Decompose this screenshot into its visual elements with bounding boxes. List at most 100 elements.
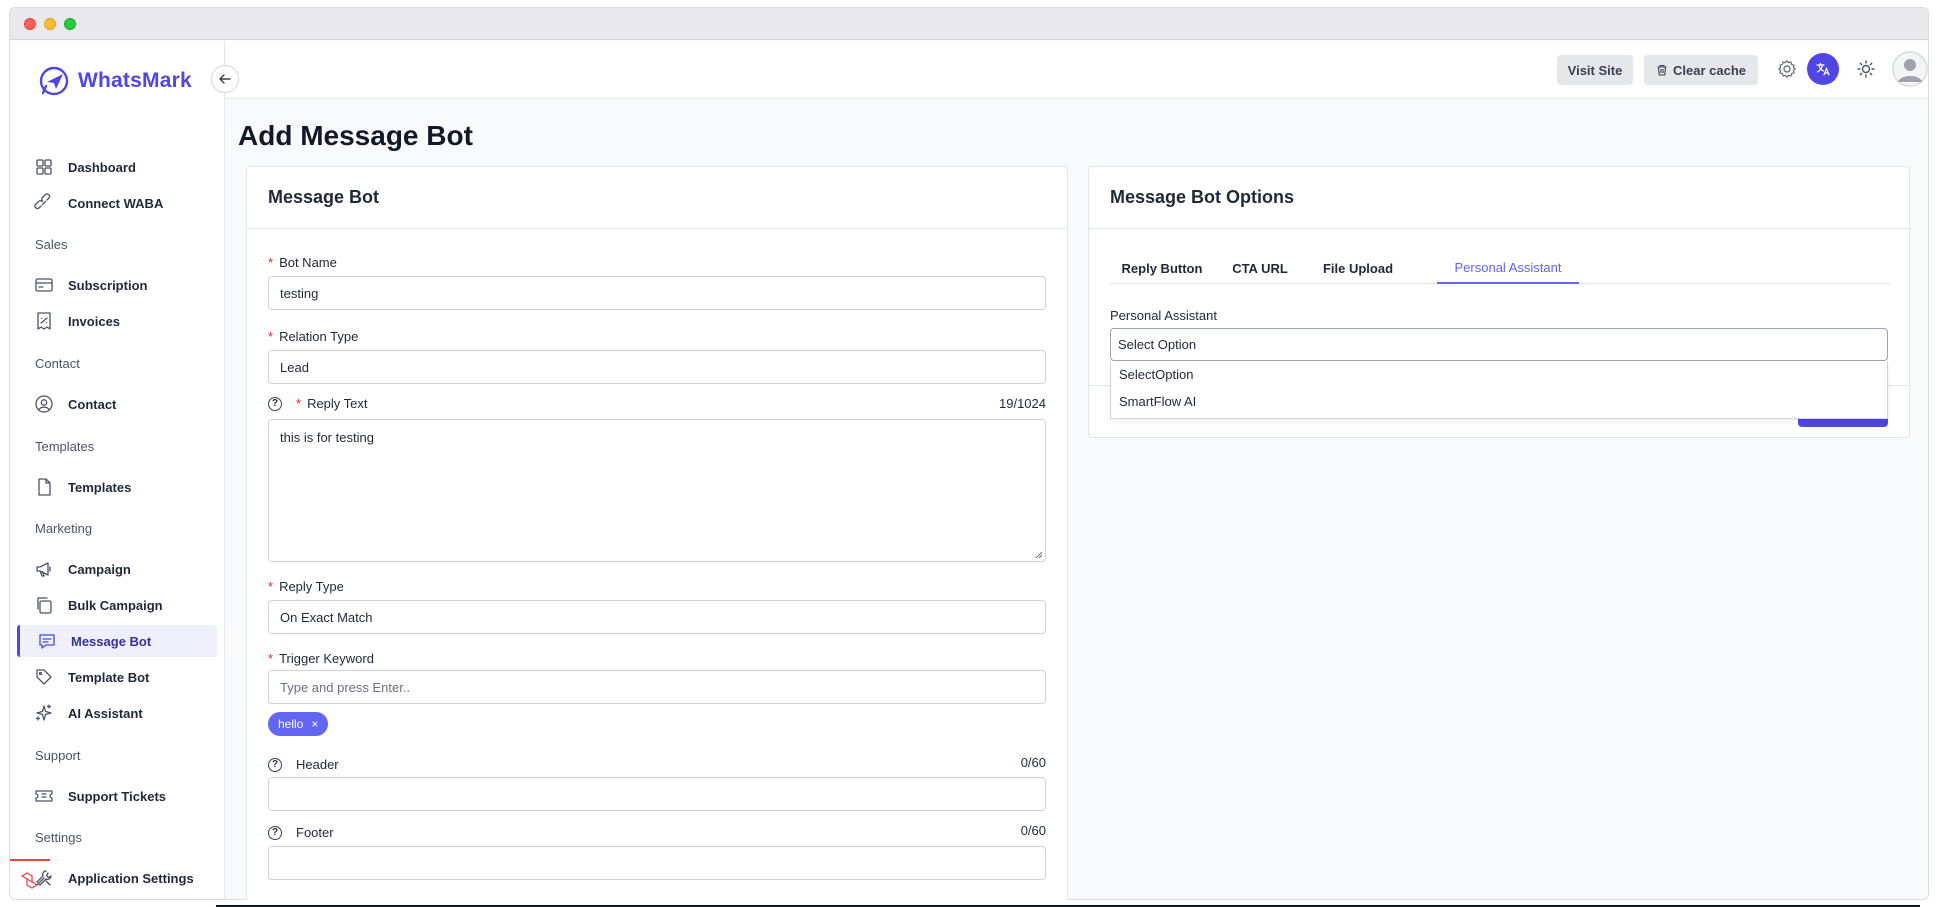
reply-text-value: this is for testing xyxy=(280,430,374,445)
sidebar-item-dashboard[interactable]: Dashboard xyxy=(17,151,217,183)
required-marker: * xyxy=(296,396,302,411)
user-avatar[interactable] xyxy=(1892,51,1928,87)
sidebar-item-support-tickets[interactable]: Support Tickets xyxy=(17,780,217,812)
tab-cta-url[interactable]: CTA URL xyxy=(1220,252,1300,284)
required-marker: * xyxy=(268,579,274,594)
debug-bar-marker xyxy=(10,859,50,861)
close-window-button[interactable] xyxy=(24,18,36,30)
megaphone-icon xyxy=(36,562,51,577)
receipt-icon xyxy=(37,312,51,330)
personal-assistant-select[interactable]: Select Option xyxy=(1110,328,1888,361)
sidebar-item-message-bot[interactable]: Message Bot xyxy=(17,625,217,657)
resize-grip-icon[interactable] xyxy=(1035,551,1043,559)
required-marker: * xyxy=(268,329,274,344)
top-bar: Visit Site Clear cache xyxy=(226,41,1928,99)
reply-text-label: ? * Reply Text xyxy=(268,396,368,411)
translate-icon xyxy=(1816,62,1830,76)
trigger-keyword-input[interactable]: Type and press Enter.. xyxy=(268,670,1046,704)
keyword-tag: hello × xyxy=(268,712,329,736)
sidebar-item-label: Template Bot xyxy=(68,669,150,685)
relation-type-select[interactable]: Lead xyxy=(268,350,1046,384)
language-button[interactable] xyxy=(1807,53,1839,85)
dropdown-option[interactable]: SmartFlow AI xyxy=(1111,388,1887,415)
window-titlebar xyxy=(10,8,1928,40)
reply-text-label-text: Reply Text xyxy=(307,396,368,411)
sidebar-item-bulk-campaign[interactable]: Bulk Campaign xyxy=(17,589,217,621)
footer-label-text: Footer xyxy=(296,825,334,840)
help-icon[interactable]: ? xyxy=(268,825,282,840)
header-label-text: Header xyxy=(296,757,339,772)
chat-icon xyxy=(39,634,55,649)
sidebar-item-campaign[interactable]: Campaign xyxy=(17,553,217,585)
visit-site-button[interactable]: Visit Site xyxy=(1557,55,1633,85)
clear-cache-button[interactable]: Clear cache xyxy=(1644,55,1758,85)
relation-type-label: * Relation Type xyxy=(268,329,358,344)
sidebar-item-label: Connect WABA xyxy=(68,195,164,211)
message-bot-options-card: Message Bot Options Reply Button CTA URL… xyxy=(1088,166,1910,438)
sidebar-section-support: Support xyxy=(35,748,81,763)
remove-tag-icon[interactable]: × xyxy=(311,717,318,731)
sparkle-icon xyxy=(35,704,52,721)
reply-text-counter: 19/1024 xyxy=(999,396,1046,411)
sidebar-item-invoices[interactable]: Invoices xyxy=(17,305,217,337)
header-input[interactable] xyxy=(268,777,1046,811)
footer-label: ? Footer xyxy=(268,825,334,840)
sidebar-item-subscription[interactable]: Subscription xyxy=(17,269,217,301)
sidebar-item-label: Subscription xyxy=(68,277,148,293)
grid-icon xyxy=(36,159,52,175)
footer-counter: 0/60 xyxy=(1020,823,1046,838)
sidebar-item-label: Message Bot xyxy=(71,633,152,649)
sidebar-item-label: Dashboard xyxy=(68,159,136,175)
tab-personal-assistant[interactable]: Personal Assistant xyxy=(1437,252,1579,284)
personal-assistant-dropdown: SelectOption SmartFlow AI xyxy=(1110,361,1888,419)
tab-reply-button[interactable]: Reply Button xyxy=(1110,252,1214,284)
sidebar-item-ai-assistant[interactable]: AI Assistant xyxy=(17,697,217,729)
reply-text-textarea[interactable]: this is for testing xyxy=(268,419,1046,562)
arrow-left-icon xyxy=(219,74,231,84)
bot-name-input[interactable]: testing xyxy=(268,276,1046,310)
tag-icon xyxy=(36,669,52,685)
trigger-keyword-label-text: Trigger Keyword xyxy=(279,651,374,666)
sidebar-section-templates: Templates xyxy=(35,439,95,454)
reply-type-label-text: Reply Type xyxy=(279,579,344,594)
card-icon xyxy=(35,278,53,292)
sidebar-item-label: Templates xyxy=(68,479,132,495)
settings-button[interactable] xyxy=(1774,56,1800,82)
sidebar-item-system-settings[interactable]: System Settings xyxy=(17,898,217,899)
sidebar-item-label: AI Assistant xyxy=(68,705,143,721)
clear-cache-label: Clear cache xyxy=(1673,62,1746,78)
trash-icon xyxy=(1657,64,1667,76)
footer-input[interactable] xyxy=(268,846,1046,880)
page-title: Add Message Bot xyxy=(238,120,473,151)
dropdown-option[interactable]: SelectOption xyxy=(1111,361,1887,388)
sidebar-section-contact: Contact xyxy=(35,356,80,371)
sidebar-item-application-settings[interactable]: Application Settings xyxy=(17,862,217,894)
sidebar-item-label: Campaign xyxy=(68,561,131,577)
collapse-sidebar-button[interactable] xyxy=(211,65,239,93)
brand-logo[interactable]: WhatsMark xyxy=(38,65,192,97)
theme-toggle-button[interactable] xyxy=(1853,56,1879,82)
maximize-window-button[interactable] xyxy=(64,18,76,30)
bot-name-label-text: Bot Name xyxy=(279,255,337,270)
sun-icon xyxy=(1857,60,1875,78)
relation-type-label-text: Relation Type xyxy=(279,329,359,344)
tab-file-upload[interactable]: File Upload xyxy=(1306,252,1410,284)
required-marker: * xyxy=(268,651,274,666)
reply-type-label: * Reply Type xyxy=(268,579,344,594)
sidebar-item-template-bot[interactable]: Template Bot xyxy=(17,661,217,693)
laravel-debug-icon[interactable] xyxy=(19,871,39,891)
sidebar-item-contact[interactable]: Contact xyxy=(17,388,217,420)
sidebar-section-marketing: Marketing xyxy=(35,521,93,536)
link-icon xyxy=(34,193,51,210)
help-icon[interactable]: ? xyxy=(268,396,282,411)
header-counter: 0/60 xyxy=(1020,755,1046,770)
sidebar: WhatsMark Dashboard Connect WABA Sales Subs… xyxy=(10,41,225,899)
sidebar-item-connect-waba[interactable]: Connect WABA xyxy=(17,187,217,219)
sidebar-item-templates[interactable]: Templates xyxy=(17,471,217,503)
brand-name: WhatsMark xyxy=(78,69,192,92)
reply-type-select[interactable]: On Exact Match xyxy=(268,600,1046,634)
options-tabs: Reply Button CTA URL File Upload Persona… xyxy=(1110,252,1890,284)
message-bot-card-title: Message Bot xyxy=(247,167,1067,229)
help-icon[interactable]: ? xyxy=(268,757,282,772)
minimize-window-button[interactable] xyxy=(44,18,56,30)
